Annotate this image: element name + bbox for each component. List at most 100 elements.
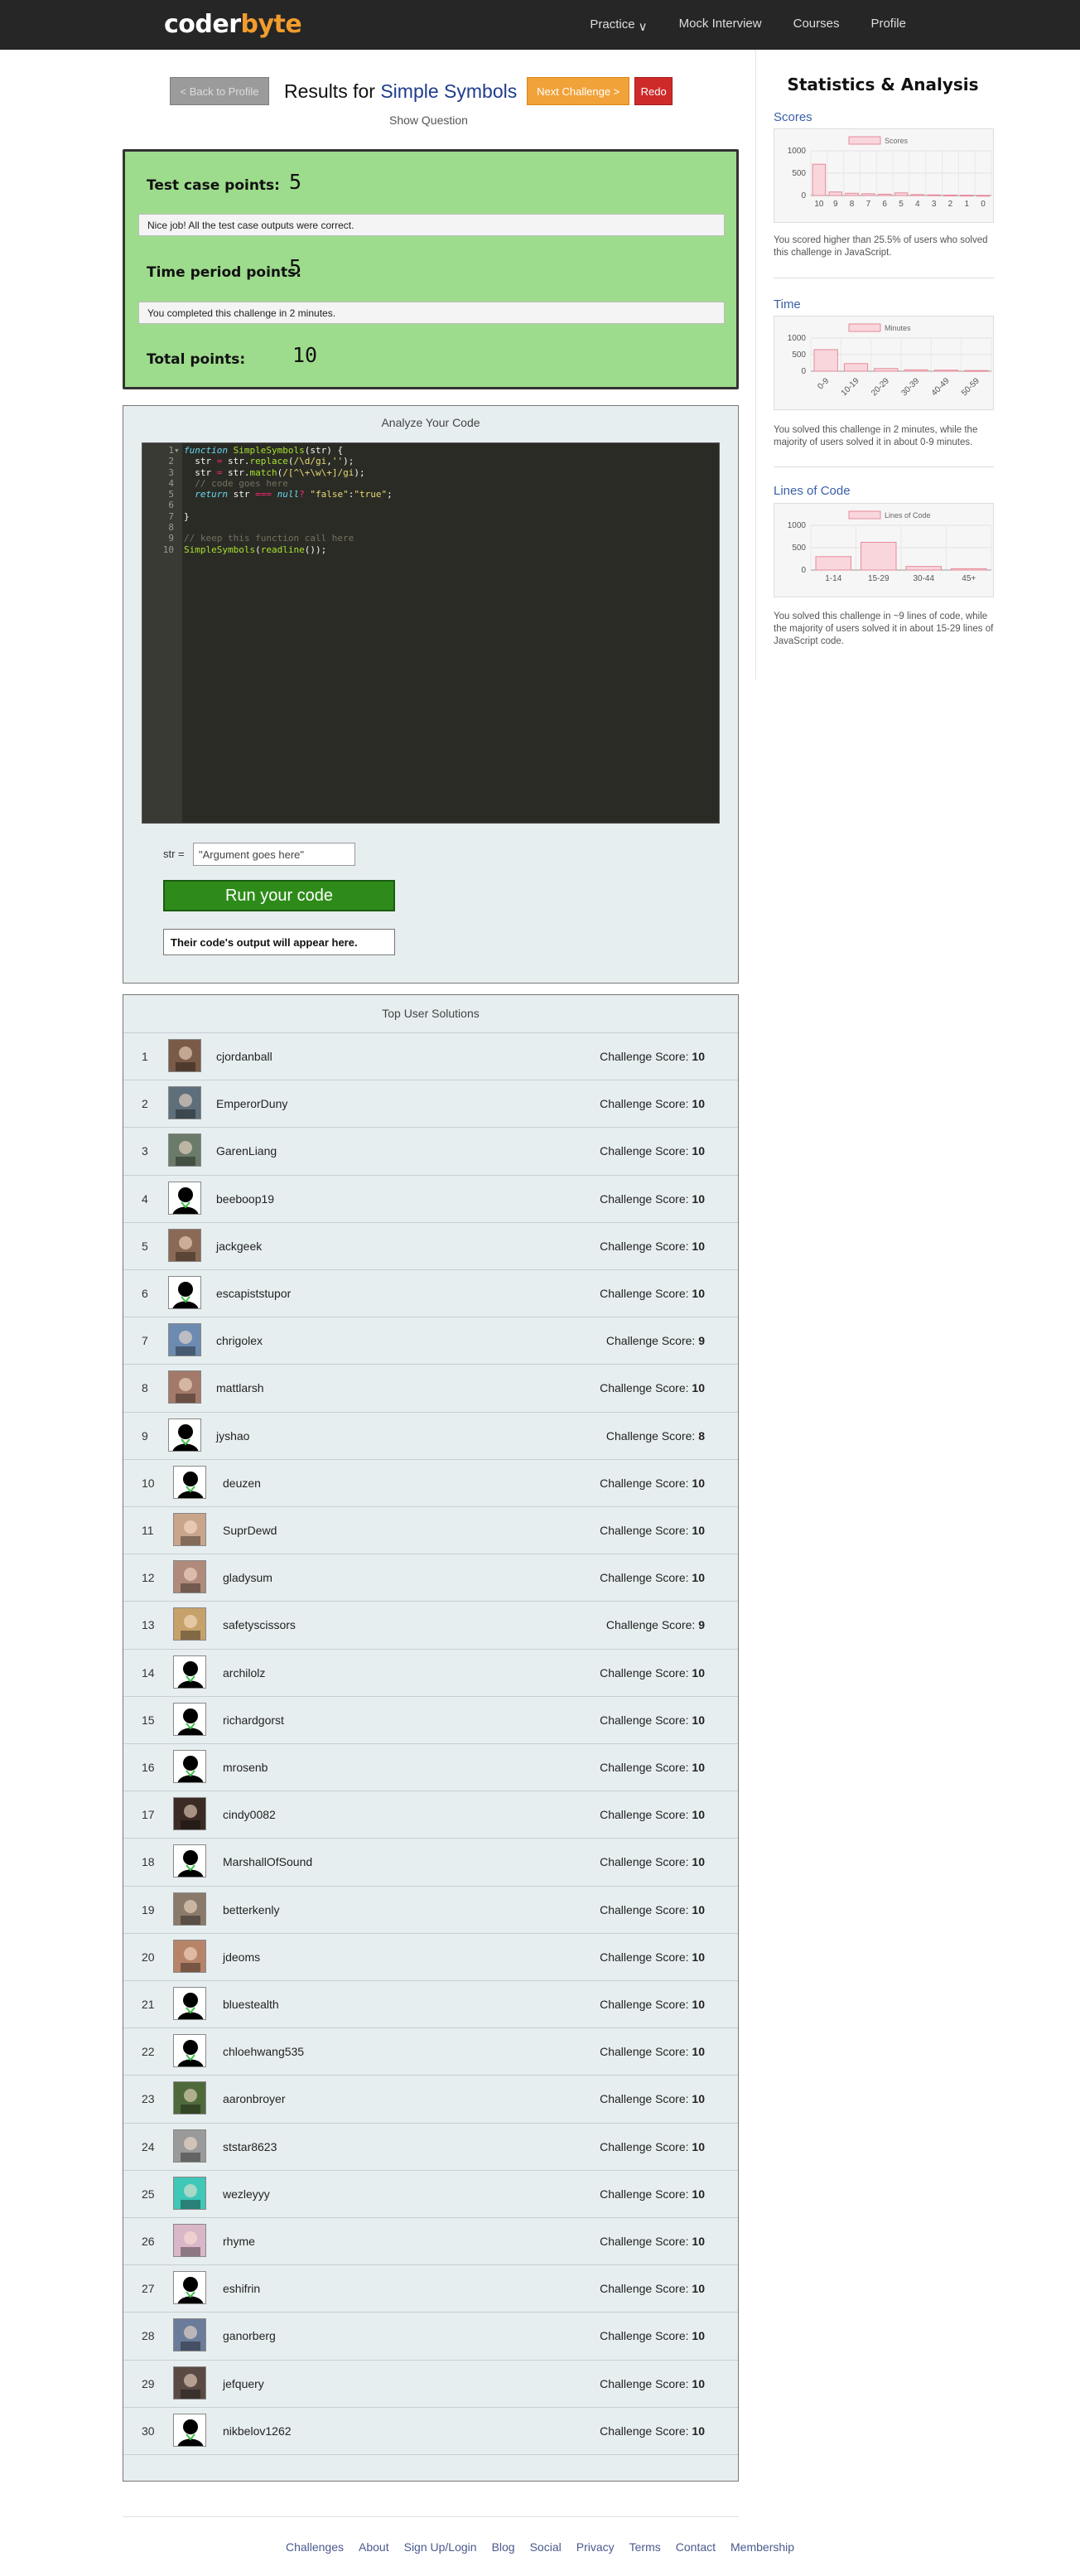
solution-row[interactable]: 9 jyshao Challenge Score: 8 [123, 1411, 738, 1459]
avatar[interactable] [168, 1228, 201, 1262]
chart-bar[interactable] [874, 368, 899, 372]
logo[interactable]: coderbyte [164, 10, 302, 39]
solution-row[interactable]: 8 mattlarsh Challenge Score: 10 [123, 1364, 738, 1411]
code-editor[interactable]: 1▾ function SimpleSymbols(str) {2 str = s… [142, 442, 720, 824]
chart-bar[interactable] [910, 194, 925, 196]
avatar[interactable] [168, 1086, 201, 1120]
back-to-profile-button[interactable]: < Back to Profile [170, 77, 269, 105]
footer-privacy[interactable]: Privacy [576, 2540, 615, 2554]
avatar[interactable] [173, 1655, 206, 1689]
solution-username[interactable]: ganorberg [223, 2329, 276, 2342]
footer-challenges[interactable]: Challenges [286, 2540, 344, 2554]
avatar[interactable] [173, 1607, 206, 1641]
solution-row[interactable]: 29 jefquery Challenge Score: 10 [123, 2359, 738, 2407]
solution-row[interactable]: 1 cjordanball Challenge Score: 10 [123, 1032, 738, 1080]
argument-input[interactable] [193, 843, 355, 866]
solution-row[interactable]: 27 eshifrin Challenge Score: 10 [123, 2264, 738, 2312]
chart-bar[interactable] [843, 363, 869, 372]
solution-row[interactable]: 23 aaronbroyer Challenge Score: 10 [123, 2075, 738, 2122]
nav-courses[interactable]: Courses [793, 17, 840, 31]
footer-blog[interactable]: Blog [492, 2540, 515, 2554]
chart-bar[interactable] [812, 163, 827, 196]
solution-username[interactable]: beeboop19 [216, 1192, 274, 1206]
avatar[interactable] [168, 1039, 201, 1072]
avatar[interactable] [173, 1844, 206, 1878]
footer-terms[interactable]: Terms [629, 2540, 661, 2554]
chart-bar[interactable] [927, 194, 941, 196]
footer-membership[interactable]: Membership [730, 2540, 794, 2554]
show-question-link[interactable]: Show Question [389, 114, 468, 127]
run-code-button[interactable]: Run your code [163, 880, 395, 911]
solution-username[interactable]: betterkenly [223, 1903, 279, 1916]
solution-row[interactable]: 24 ststar8623 Challenge Score: 10 [123, 2122, 738, 2170]
chart-bar[interactable] [943, 194, 957, 196]
avatar[interactable] [173, 1987, 206, 2020]
avatar[interactable] [173, 1513, 206, 1546]
solution-row[interactable]: 14 archilolz Challenge Score: 10 [123, 1648, 738, 1696]
solution-username[interactable]: deuzen [223, 1476, 261, 1490]
footer-contact[interactable]: Contact [676, 2540, 716, 2554]
chart-bar[interactable] [845, 192, 859, 196]
solution-username[interactable]: cindy0082 [223, 1808, 276, 1821]
solution-row[interactable]: 21 bluestealth Challenge Score: 10 [123, 1980, 738, 2027]
solution-username[interactable]: richardgorst [223, 1713, 284, 1727]
solution-username[interactable]: mattlarsh [216, 1381, 264, 1394]
solution-row[interactable]: 13 safetyscissors Challenge Score: 9 [123, 1601, 738, 1648]
solution-row[interactable]: 2 EmperorDuny Challenge Score: 10 [123, 1080, 738, 1127]
chart-bar[interactable] [813, 349, 838, 372]
solution-username[interactable]: archilolz [223, 1666, 265, 1679]
solution-row[interactable]: 4 beeboop19 Challenge Score: 10 [123, 1174, 738, 1222]
avatar[interactable] [173, 1750, 206, 1783]
avatar[interactable] [173, 2129, 206, 2163]
solution-row[interactable]: 19 betterkenly Challenge Score: 10 [123, 1885, 738, 1933]
solution-username[interactable]: cjordanball [216, 1050, 272, 1063]
chart-bar[interactable] [894, 192, 909, 196]
footer-social[interactable]: Social [530, 2540, 562, 2554]
solution-username[interactable]: wezleyyy [223, 2187, 270, 2201]
solution-row[interactable]: 25 wezleyyy Challenge Score: 10 [123, 2169, 738, 2217]
avatar[interactable] [173, 2081, 206, 2115]
solution-row[interactable]: 5 jackgeek Challenge Score: 10 [123, 1221, 738, 1269]
chart-bar[interactable] [933, 370, 959, 372]
avatar[interactable] [168, 1181, 201, 1215]
avatar[interactable] [173, 2271, 206, 2305]
nav-mock-interview[interactable]: Mock Interview [679, 17, 762, 31]
avatar[interactable] [168, 1323, 201, 1357]
chart-bar[interactable] [904, 369, 928, 372]
avatar[interactable] [173, 1939, 206, 1973]
solution-row[interactable]: 17 cindy0082 Challenge Score: 10 [123, 1791, 738, 1838]
solution-username[interactable]: aaronbroyer [223, 2092, 286, 2105]
avatar[interactable] [173, 1892, 206, 1926]
nav-profile[interactable]: Profile [870, 17, 906, 31]
solution-username[interactable]: EmperorDuny [216, 1097, 287, 1110]
redo-button[interactable]: Redo [634, 77, 673, 105]
solution-row[interactable]: 18 MarshallOfSound Challenge Score: 10 [123, 1838, 738, 1885]
solution-row[interactable]: 16 mrosenb Challenge Score: 10 [123, 1743, 738, 1791]
solution-row[interactable]: 15 richardgorst Challenge Score: 10 [123, 1695, 738, 1743]
avatar[interactable] [173, 2034, 206, 2068]
solution-row[interactable]: 30 nikbelov1262 Challenge Score: 10 [123, 2406, 738, 2454]
solution-username[interactable]: GarenLiang [216, 1144, 277, 1158]
avatar[interactable] [173, 2176, 206, 2210]
solution-username[interactable]: safetyscissors [223, 1618, 296, 1631]
solution-username[interactable]: eshifrin [223, 2282, 260, 2295]
solution-username[interactable]: MarshallOfSound [223, 1855, 312, 1868]
solution-username[interactable]: escapiststupor [216, 1287, 291, 1300]
challenge-link[interactable]: Simple Symbols [380, 80, 517, 102]
nav-practice[interactable]: Practice ∨ [590, 17, 647, 34]
solution-username[interactable]: gladysum [223, 1571, 272, 1584]
chart-bar[interactable] [877, 193, 892, 196]
solution-username[interactable]: nikbelov1262 [223, 2424, 292, 2438]
avatar[interactable] [173, 2224, 206, 2257]
chart-bar[interactable] [828, 191, 842, 196]
solution-row[interactable]: 22 chloehwang535 Challenge Score: 10 [123, 2027, 738, 2075]
solution-username[interactable]: chrigolex [216, 1334, 263, 1347]
avatar[interactable] [173, 1465, 206, 1499]
footer-about[interactable]: About [359, 2540, 389, 2554]
solution-row[interactable]: 20 jdeoms Challenge Score: 10 [123, 1932, 738, 1980]
solution-row[interactable]: 3 GarenLiang Challenge Score: 10 [123, 1127, 738, 1174]
solution-username[interactable]: jyshao [216, 1429, 249, 1443]
solution-username[interactable]: ststar8623 [223, 2140, 277, 2153]
solution-username[interactable]: jackgeek [216, 1240, 262, 1253]
avatar[interactable] [173, 1797, 206, 1831]
